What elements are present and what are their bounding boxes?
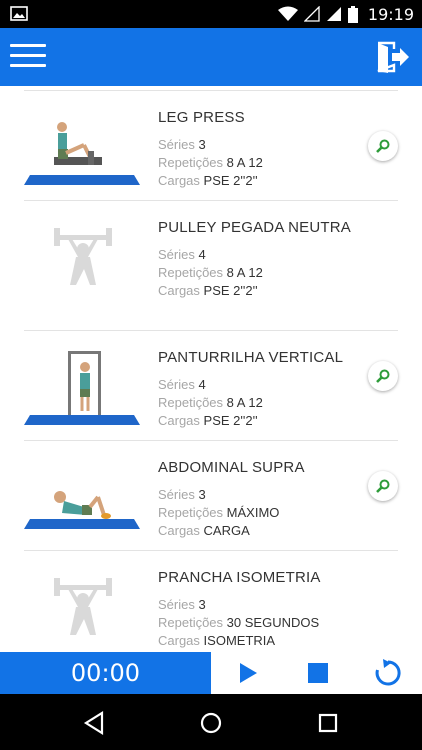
leg-press-image <box>24 122 140 185</box>
battery-icon <box>347 5 358 23</box>
zoom-button[interactable] <box>368 131 398 161</box>
series-row: Séries 3 <box>158 597 206 612</box>
crunch-image <box>24 491 140 529</box>
series-row: Séries 4 <box>158 377 206 392</box>
exercise-card[interactable]: LEG PRESS Séries 3 Repetições 8 A 12 Car… <box>24 90 398 200</box>
loads-row: Cargas CARGA <box>158 523 250 538</box>
stop-icon <box>308 663 328 683</box>
reps-row: Repetições 8 A 12 <box>158 395 263 410</box>
home-icon[interactable] <box>196 708 226 738</box>
series-row: Séries 3 <box>158 487 206 502</box>
series-row: Séries 4 <box>158 247 206 262</box>
app-bar <box>0 28 422 86</box>
exercise-card[interactable]: ABDOMINAL SUPRA Séries 3 Repetições MÁXI… <box>24 440 398 550</box>
exercise-name: PANTURRILHA VERTICAL <box>158 349 344 366</box>
reset-button[interactable] <box>368 652 408 694</box>
exercise-name: ABDOMINAL SUPRA <box>158 459 305 476</box>
reps-row: Repetições 8 A 12 <box>158 155 263 170</box>
exercise-list: LEG PRESS Séries 3 Repetições 8 A 12 Car… <box>0 86 422 652</box>
exit-door-icon[interactable] <box>374 39 410 75</box>
image-notification-icon <box>10 6 28 21</box>
signal-empty-icon <box>303 6 320 22</box>
loads-row: Cargas PSE 2''2'' <box>158 173 258 188</box>
system-nav-bar <box>0 694 422 750</box>
status-bar: 19:19 <box>0 0 422 28</box>
play-button[interactable] <box>228 652 268 694</box>
wifi-icon <box>277 6 298 21</box>
exercise-placeholder-image <box>54 578 112 635</box>
exercise-name: PULLEY PEGADA NEUTRA <box>158 219 351 236</box>
status-clock: 19:19 <box>367 4 414 24</box>
stop-button[interactable] <box>298 652 338 694</box>
refresh-icon <box>375 659 401 686</box>
exercise-name: LEG PRESS <box>158 109 245 126</box>
play-icon <box>240 663 257 683</box>
zoom-button[interactable] <box>368 471 398 501</box>
reps-row: Repetições 30 SEGUNDOS <box>158 615 320 630</box>
signal-icon <box>326 7 341 21</box>
magnifier-icon <box>376 139 390 153</box>
loads-row: Cargas PSE 2''2'' <box>158 413 258 428</box>
magnifier-icon <box>376 479 390 493</box>
exercise-card[interactable]: PANTURRILHA VERTICAL Séries 4 Repetições… <box>24 330 398 440</box>
timer-display: 00:00 <box>0 652 211 694</box>
calf-raise-image <box>24 351 140 425</box>
exercise-placeholder-image <box>54 228 112 285</box>
loads-row: Cargas ISOMETRIA <box>158 633 276 648</box>
exercise-card[interactable]: PRANCHA ISOMETRIA Séries 3 Repetições 30… <box>24 550 398 652</box>
back-icon[interactable] <box>80 708 110 738</box>
magnifier-icon <box>376 369 390 383</box>
hamburger-menu-icon[interactable] <box>10 44 48 70</box>
timer-bar: 00:00 <box>0 652 422 694</box>
reps-row: Repetições MÁXIMO <box>158 505 280 520</box>
loads-row: Cargas PSE 2''2'' <box>158 283 258 298</box>
recents-icon[interactable] <box>313 708 343 738</box>
zoom-button[interactable] <box>368 361 398 391</box>
series-row: Séries 3 <box>158 137 206 152</box>
reps-row: Repetições 8 A 12 <box>158 265 263 280</box>
exercise-card[interactable]: PULLEY PEGADA NEUTRA Séries 4 Repetições… <box>24 200 398 310</box>
exercise-name: PRANCHA ISOMETRIA <box>158 569 321 586</box>
